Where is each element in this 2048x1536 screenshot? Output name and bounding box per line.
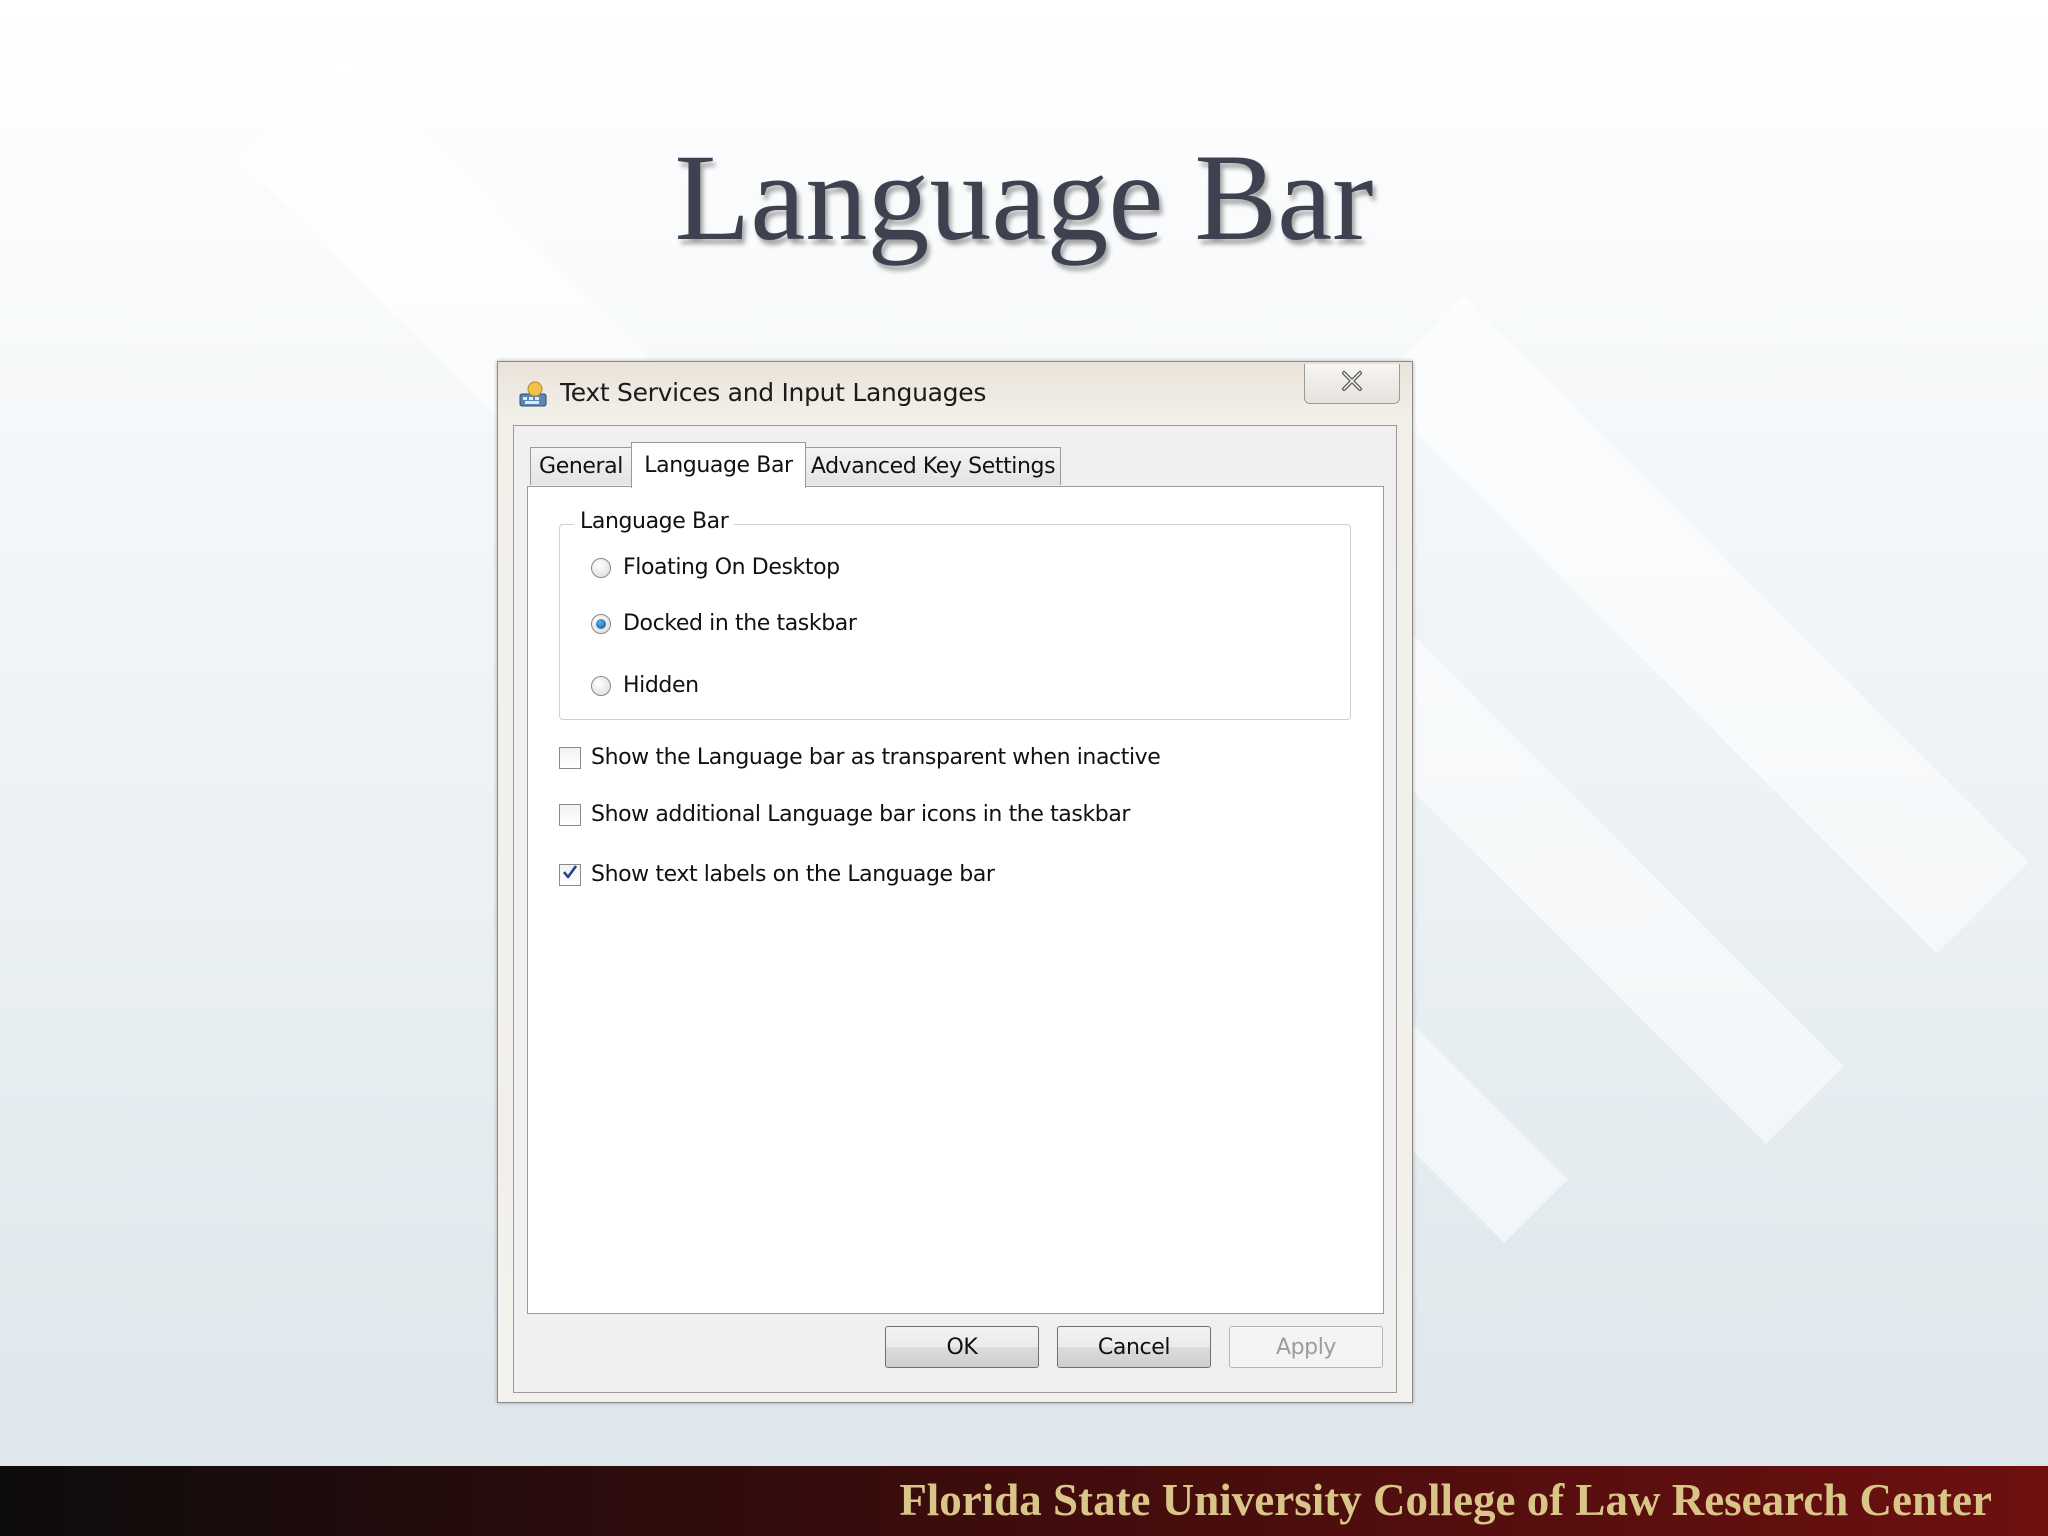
close-icon [1339, 370, 1365, 397]
dialog-body: General Language Bar Advanced Key Settin… [513, 425, 1397, 1393]
checkbox-label: Show the Language bar as transparent whe… [591, 745, 1161, 770]
group-label: Language Bar [574, 509, 735, 534]
language-bar-group: Language Bar Floating On Desktop Docked … [559, 509, 1351, 720]
radio-floating-on-desktop[interactable]: Floating On Desktop [591, 555, 840, 580]
radio-label: Hidden [623, 673, 699, 698]
cancel-button[interactable]: Cancel [1057, 1326, 1211, 1368]
tab-advanced-key-settings[interactable]: Advanced Key Settings [805, 447, 1061, 485]
footer-text: Florida State University College of Law … [899, 1475, 1992, 1525]
ok-button[interactable]: OK [885, 1326, 1039, 1368]
checkbox-label: Show additional Language bar icons in th… [591, 802, 1131, 827]
dialog-title: Text Services and Input Languages [560, 378, 987, 407]
close-button[interactable] [1304, 364, 1400, 404]
apply-button[interactable]: Apply [1229, 1326, 1383, 1368]
checkbox-additional-icons[interactable]: Show additional Language bar icons in th… [559, 802, 1130, 827]
text-services-dialog: Text Services and Input Languages Genera… [497, 361, 1413, 1403]
checkbox[interactable] [559, 746, 581, 769]
checkbox-checked[interactable] [559, 862, 581, 887]
checkbox-transparent-when-inactive[interactable]: Show the Language bar as transparent whe… [559, 745, 1161, 770]
radio-button-selected[interactable] [591, 613, 611, 634]
keyboard-globe-icon [518, 380, 548, 408]
dialog-titlebar[interactable]: Text Services and Input Languages [498, 362, 1412, 426]
checkbox[interactable] [559, 803, 581, 826]
background-decoration [1371, 296, 2029, 954]
radio-button[interactable] [591, 557, 611, 578]
radio-hidden[interactable]: Hidden [591, 673, 699, 698]
tab-general[interactable]: General [530, 447, 632, 485]
footer-bar: Florida State University College of Law … [0, 1466, 2048, 1536]
radio-button[interactable] [591, 675, 611, 696]
tab-language-bar[interactable]: Language Bar [631, 442, 806, 488]
checkbox-label: Show text labels on the Language bar [591, 862, 995, 887]
slide-title: Language Bar [674, 129, 1374, 266]
radio-label: Docked in the taskbar [623, 611, 857, 636]
checkmark-icon [561, 862, 579, 887]
radio-docked-in-taskbar[interactable]: Docked in the taskbar [591, 611, 857, 636]
tab-panel: Language Bar Floating On Desktop Docked … [527, 486, 1384, 1314]
checkbox-text-labels[interactable]: Show text labels on the Language bar [559, 862, 995, 887]
radio-label: Floating On Desktop [623, 555, 840, 580]
